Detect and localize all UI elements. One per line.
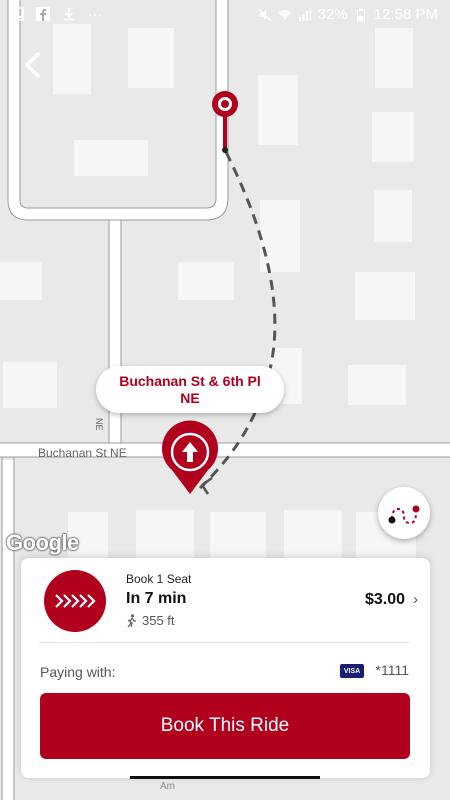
signal-icon xyxy=(298,7,312,21)
walk-distance-value: 355 ft xyxy=(142,613,175,628)
home-indicator xyxy=(130,776,320,779)
facebook-icon xyxy=(36,7,50,21)
image-icon xyxy=(10,7,24,21)
pickup-location-callout[interactable]: Buchanan St & 6th Pl NE xyxy=(96,366,284,413)
status-bar: ··· 32% 12:58 PM xyxy=(0,0,450,32)
paying-with-label: Paying with: xyxy=(40,664,116,680)
battery-percent: 32% xyxy=(317,6,348,23)
back-arrow-icon[interactable] xyxy=(18,50,48,80)
mute-icon xyxy=(258,8,272,21)
divider xyxy=(39,642,410,643)
visa-card-icon[interactable]: VISA xyxy=(340,664,364,678)
price-label[interactable]: $3.00 xyxy=(365,591,405,609)
battery-icon xyxy=(356,8,365,22)
eta-label: In 7 min xyxy=(126,590,187,607)
chevron-right-icon[interactable]: › xyxy=(413,591,418,608)
card-number[interactable]: *1111 xyxy=(376,662,409,678)
street-label-vertical: NE xyxy=(94,418,104,431)
ride-booking-sheet: Book 1 Seat In 7 min 355 ft $3.00 › Payi… xyxy=(21,558,430,778)
seat-label: Book 1 Seat xyxy=(126,572,192,586)
wifi-icon xyxy=(278,9,292,20)
download-icon xyxy=(64,8,74,21)
ride-service-icon xyxy=(44,570,106,632)
google-attribution: Google xyxy=(6,530,79,555)
street-label-buchanan: Buchanan St NE xyxy=(38,446,127,460)
street-label-bottom: Am xyxy=(160,781,175,792)
walk-distance: 355 ft xyxy=(126,613,175,628)
more-notifications: ··· xyxy=(88,6,102,22)
route-overview-button[interactable] xyxy=(378,487,430,539)
clock: 12:58 PM xyxy=(373,6,438,23)
book-ride-button[interactable]: Book This Ride xyxy=(40,693,410,759)
chevrons-icon xyxy=(55,594,96,608)
walking-icon xyxy=(127,613,136,627)
route-icon xyxy=(388,505,420,525)
